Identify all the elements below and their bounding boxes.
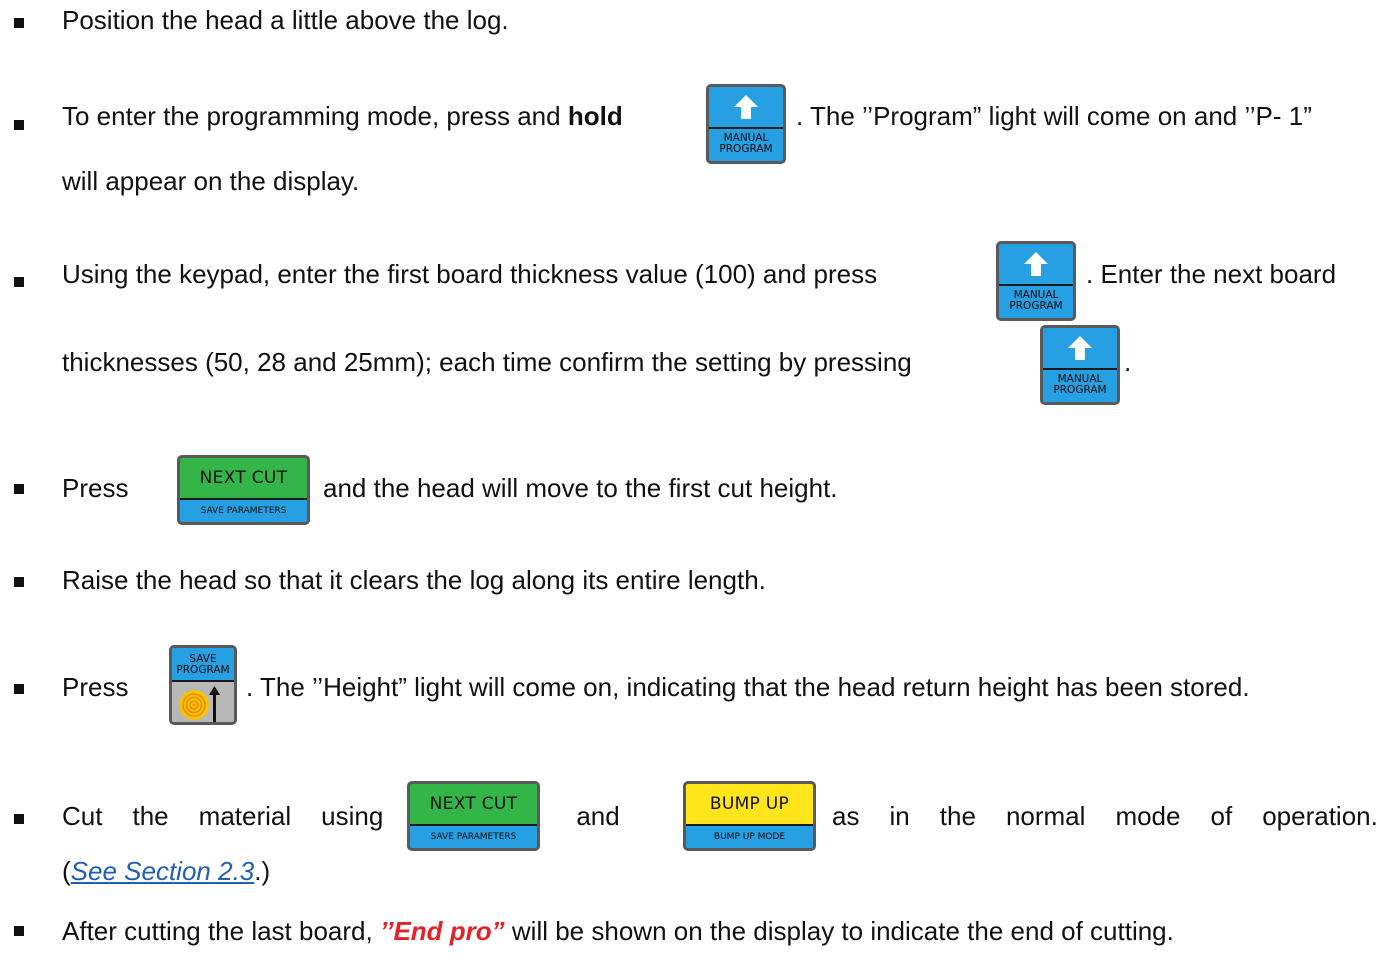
instruction-4-start: Press (62, 473, 129, 503)
bullet (14, 484, 24, 494)
log-height-icon (179, 686, 220, 722)
bullet (14, 120, 24, 130)
manual-program-key: MANUAL PROGRAM (706, 84, 786, 164)
up-arrow-icon (734, 95, 758, 119)
instruction-3-line-2-end: . (1124, 347, 1132, 377)
save-program-key: SAVE PROGRAM (169, 645, 237, 725)
instruction-2-line-1: To enter the programming mode, press and… (62, 101, 623, 131)
up-arrow-icon (1024, 252, 1048, 276)
bullet (14, 814, 24, 824)
instruction-5: Raise the head so that it clears the log… (62, 565, 766, 595)
bullet (14, 18, 24, 28)
instruction-3-line-2: thicknesses (50, 28 and 25mm); each time… (62, 347, 912, 377)
instruction-7-line-2: (See Section 2.3.) (62, 856, 271, 886)
bump-up-key: BUMP UP BUMP UP MODE (683, 781, 816, 851)
instruction-3-line-1-end: . Enter the next board (1086, 259, 1337, 289)
end-pro-emphasis: ’’End pro” (379, 916, 505, 946)
bullet (14, 684, 24, 694)
instruction-6-start: Press (62, 672, 129, 702)
instruction-1: Position the head a little above the log… (62, 5, 509, 35)
next-cut-key: NEXT CUT SAVE PARAMETERS (177, 455, 310, 525)
section-link[interactable]: See Section 2.3 (71, 856, 255, 886)
instruction-6-end: . The ’’Height” light will come on, indi… (246, 672, 1250, 702)
manual-program-key: MANUAL PROGRAM (1040, 325, 1120, 405)
manual-program-key: MANUAL PROGRAM (996, 241, 1076, 321)
next-cut-key: NEXT CUT SAVE PARAMETERS (407, 781, 540, 851)
bullet (14, 277, 24, 287)
up-arrow-icon (1068, 336, 1092, 360)
instruction-2-line-2: will appear on the display. (62, 166, 360, 196)
hold-emphasis: hold (567, 101, 623, 131)
instruction-4-end: and the head will move to the first cut … (323, 473, 838, 503)
bullet (14, 577, 24, 587)
instruction-3-line-1: Using the keypad, enter the first board … (62, 259, 878, 289)
instruction-8: After cutting the last board, ’’End pro”… (62, 916, 1174, 946)
bullet (14, 926, 24, 936)
instruction-2-line-1-end: . The ’’Program” light will come on and … (796, 101, 1312, 131)
